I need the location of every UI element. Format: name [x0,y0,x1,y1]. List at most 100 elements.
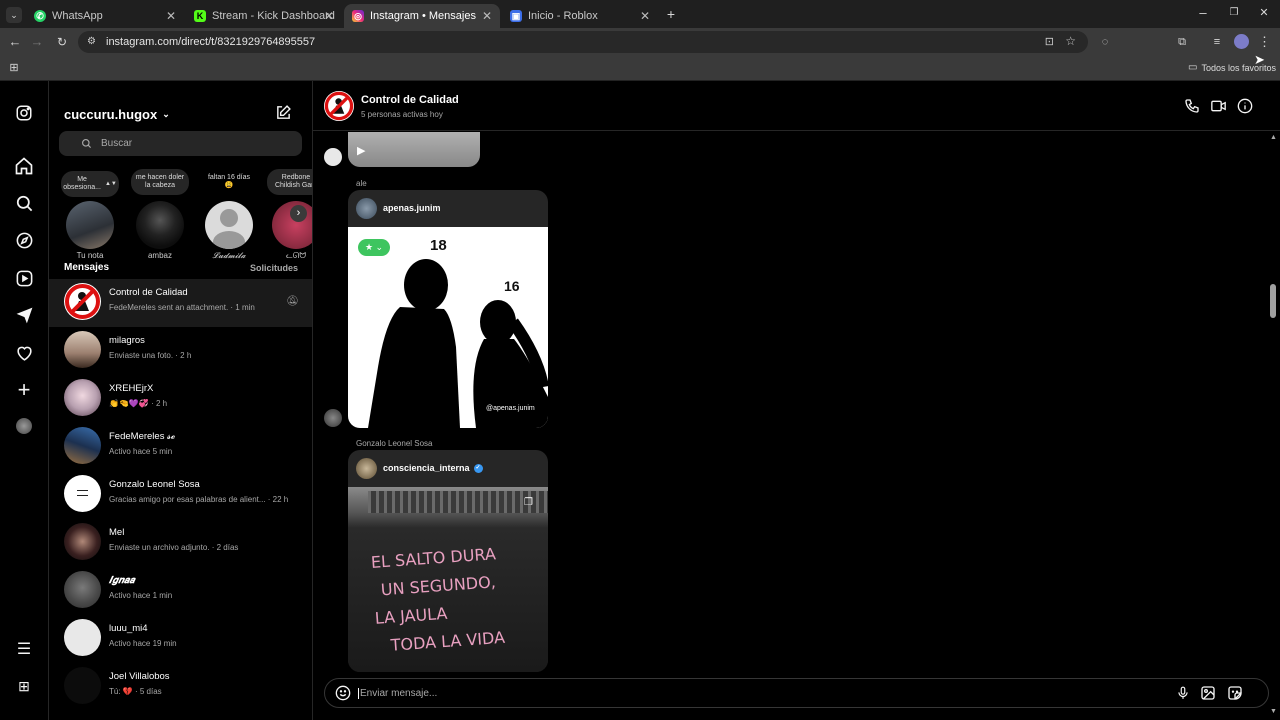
more-menu-icon[interactable]: ☰ [12,637,36,661]
tab-title: WhatsApp [52,10,103,22]
conversation-name: Control de Calidad [109,287,188,298]
chat-status: 5 personas activas hoy [361,110,443,119]
url-bar[interactable]: ⚙ instagram.com/direct/t/832192976489555… [78,31,1088,53]
browser-tab-bar: ⌄ ✆ WhatsApp ✕ K Stream - Kick Dashboard… [0,0,1280,28]
minimize-button[interactable]: – [1196,6,1210,20]
install-app-icon[interactable]: ⊡ [1045,35,1054,48]
audio-call-icon[interactable] [1184,98,1200,119]
bookmarks-bar: ⊞ ▭ Todos los favoritos [0,56,1280,81]
new-tab-button[interactable]: + [664,7,678,21]
conversation-item[interactable]: Mel Enviaste un archivo adjunto. · 2 día… [49,519,312,567]
extensions-icon[interactable]: ⧉ [1175,35,1189,49]
shared-reel-preview[interactable]: ▶ [348,132,480,167]
info-icon[interactable] [1237,98,1253,119]
close-icon[interactable]: ✕ [482,9,492,23]
messages-icon[interactable] [12,303,36,327]
conversation-name: XREHEjrX [109,383,154,394]
profile-avatar[interactable] [1234,34,1249,49]
conversation-item[interactable]: 𝑰𝒈𝒏𝒂𝒂 Activo hace 1 min [49,567,312,615]
conversation-preview: Enviaste un archivo adjunto. · 2 días [109,543,239,552]
conversation-name: milagros [109,335,145,346]
forward-icon[interactable]: → [30,35,44,49]
add-photo-icon[interactable] [1200,685,1216,706]
graffiti-text: EL SALTO DURA UN SEGUNDO, LA JAULA TODA … [370,540,506,661]
note-bubble: Redbone Childish Gam [267,169,312,195]
close-icon[interactable]: ✕ [640,9,650,23]
conversation-name: FedeMereles 𝓼𝓮 [109,431,176,442]
kick-icon: K [194,10,206,22]
message-input[interactable]: Enviar mensaje... [358,688,437,699]
conversation-item[interactable]: milagros Enviaste una foto. · 2 h [49,327,312,375]
requests-link[interactable]: Solicitudes [250,263,298,273]
chat-panel: Control de Calidad 5 personas activas ho… [313,81,1280,720]
scrollbar-thumb[interactable] [1270,284,1276,318]
conversation-item[interactable]: luuu_mi4 Activo hace 19 min [49,615,312,663]
account-switcher[interactable]: cuccuru.hugox ⌄ [64,107,170,122]
reload-icon[interactable]: ↻ [55,35,69,49]
sticker-icon[interactable] [1227,685,1243,706]
conversation-name: 𝑰𝒈𝒏𝒂𝒂 [109,575,135,586]
note-name: ambaz [147,251,172,260]
shared-post[interactable]: consciencia_interna ✓ ❐ EL SALTO DURA UN… [348,450,548,672]
muted-bell-icon: 🔕︎ [286,296,299,307]
conversation-item[interactable]: Control de Calidad FedeMereles sent an a… [49,279,312,327]
tab-title: Inicio - Roblox [528,10,598,22]
instagram-logo-icon[interactable] [12,101,36,125]
search-icon[interactable] [12,191,36,215]
notifications-heart-icon[interactable] [12,341,36,365]
maximize-button[interactable]: ❐ [1227,6,1241,20]
close-icon[interactable]: ✕ [166,9,176,23]
media-control-icon[interactable]: ≡ [1210,35,1224,49]
apps-grid-icon[interactable]: ⊞ [7,61,21,75]
profile-avatar[interactable] [12,414,36,438]
conversation-item[interactable]: Gonzalo Leonel Sosa Gracias amigo por es… [49,471,312,519]
post-image: ❐ EL SALTO DURA UN SEGUNDO, LA JAULA TOD… [348,487,548,672]
avatar [136,201,184,249]
account-username: cuccuru.hugox [64,107,158,122]
conversation-item[interactable]: FedeMereles 𝓼𝓮 Activo hace 5 min [49,423,312,471]
search-icon [81,136,92,154]
reels-icon[interactable] [12,266,36,290]
notes-next-button[interactable]: › [290,205,307,222]
tab-roblox[interactable]: ▣ Inicio - Roblox ✕ [502,4,658,28]
group-avatar[interactable] [324,91,354,121]
note-bubble: me hacen doler la cabeza [131,169,189,195]
bookmark-star-icon[interactable]: ☆ [1065,34,1076,48]
tab-kick[interactable]: K Stream - Kick Dashboard ✕ [186,4,342,28]
eye-off-icon[interactable]: ◌ [1098,35,1112,49]
threads-apps-icon[interactable]: ⊞ [12,674,36,698]
browser-menu-icon[interactable]: ⋮ [1258,35,1271,49]
new-message-icon[interactable] [275,104,292,126]
post-author-avatar [356,198,377,219]
tab-instagram[interactable]: ◎ Instagram • Mensajes ✕ [344,4,500,28]
tab-whatsapp[interactable]: ✆ WhatsApp ✕ [26,4,184,28]
voice-message-icon[interactable] [1176,685,1190,706]
window-close-button[interactable]: ✕ [1257,6,1271,20]
explore-icon[interactable] [12,228,36,252]
post-author: consciencia_interna ✓ [383,463,483,473]
site-info-icon[interactable]: ⚙ [87,36,96,47]
shared-post[interactable]: apenas.junim ★ ⌄ 18 16 @apenas.junim ○●● [348,190,548,428]
close-icon[interactable]: ✕ [324,9,334,23]
conversation-item[interactable]: XREHEjrX 👏🤏💜💞 · 2 h [49,375,312,423]
conversation-preview: FedeMereles sent an attachment. · 1 min [109,303,255,312]
create-icon[interactable]: + [12,377,36,402]
home-icon[interactable] [12,154,36,178]
post-author-avatar [356,458,377,479]
note-text: faltan 16 días 😩 [207,174,251,189]
search-placeholder: Buscar [101,138,133,149]
scroll-up-icon[interactable]: ▲ [1270,134,1277,141]
video-call-icon[interactable] [1210,98,1227,119]
chat-header: Control de Calidad 5 personas activas ho… [313,81,1280,131]
scrollbar[interactable]: ▲ ▼ [1267,132,1280,720]
expand-icon: ▲▼ [104,181,117,187]
sender-avatar [324,409,342,427]
conversation-item[interactable]: Joel Villalobos Tú: 💔 · 5 días [49,663,312,711]
tab-search-button[interactable]: ⌄ [6,7,22,23]
search-input[interactable]: Buscar [59,131,302,156]
back-icon[interactable]: ← [8,35,22,49]
emoji-icon[interactable] [335,685,351,706]
inbox-panel: cuccuru.hugox ⌄ Buscar Me obsesiona... ▲▼… [49,81,313,720]
scroll-down-icon[interactable]: ▼ [1270,708,1277,715]
chat-title[interactable]: Control de Calidad [361,94,459,106]
